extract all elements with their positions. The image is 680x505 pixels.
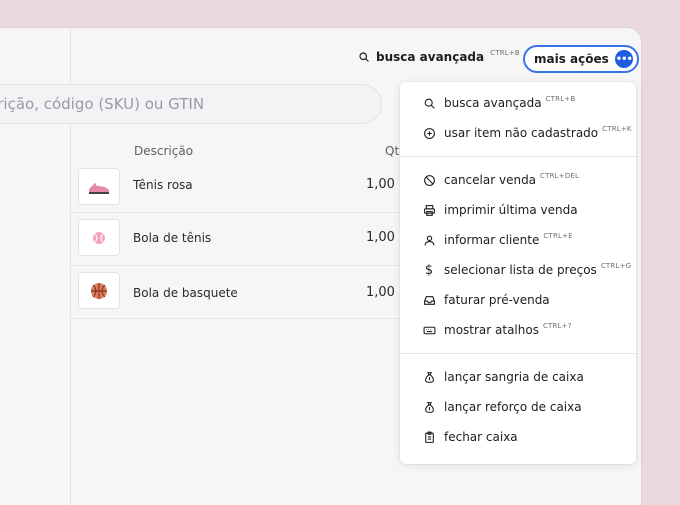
- menu-item-label: imprimir última venda: [444, 203, 578, 217]
- menu-item-cash-reinforcement[interactable]: lançar reforço de caixa: [400, 392, 636, 422]
- menu-item-label: cancelar venda: [444, 173, 537, 187]
- column-header-quantity: Qt: [385, 144, 400, 158]
- item-quantity: 1,00: [366, 230, 395, 245]
- more-actions-label: mais ações: [534, 52, 609, 66]
- menu-item-label: busca avançada: [444, 96, 542, 110]
- menu-item-select-price-list[interactable]: $ selecionar lista de preços CTRL+G: [400, 255, 636, 285]
- menu-item-shortcut: CTRL+?: [542, 322, 572, 330]
- menu-item-label: lançar sangria de caixa: [444, 370, 584, 384]
- inbox-icon: [422, 293, 436, 307]
- menu-item-unregistered-item[interactable]: usar item não cadastrado CTRL+K: [400, 118, 636, 148]
- product-search[interactable]: [0, 84, 382, 124]
- menu-item-cancel-sale[interactable]: cancelar venda CTRL+DEL: [400, 165, 636, 195]
- sneaker-thumbnail: [78, 168, 120, 205]
- menu-item-shortcut: CTRL+B: [545, 95, 576, 103]
- menu-item-label: mostrar atalhos: [444, 323, 539, 337]
- column-header-description: Descrição: [134, 144, 194, 158]
- menu-item-shortcut: CTRL+DEL: [540, 172, 580, 180]
- item-quantity: 1,00: [366, 177, 395, 192]
- keyboard-icon: [422, 323, 436, 337]
- menu-item-label: informar cliente: [444, 233, 540, 247]
- menu-separator: [400, 156, 636, 157]
- tennis-ball-thumbnail: [78, 219, 120, 256]
- item-description: Tênis rosa: [133, 178, 193, 192]
- money-bag-icon: [422, 400, 436, 414]
- menu-item-invoice-presale[interactable]: faturar pré-venda: [400, 285, 636, 315]
- advanced-search-label: busca avançada: [376, 50, 485, 64]
- menu-item-label: selecionar lista de preços: [444, 263, 597, 277]
- advanced-search-shortcut: CTRL+B: [490, 49, 520, 57]
- menu-item-close-register[interactable]: fechar caixa: [400, 422, 636, 452]
- menu-item-show-shortcuts[interactable]: mostrar atalhos CTRL+?: [400, 315, 636, 345]
- ellipsis-icon: •••: [614, 50, 633, 68]
- product-search-input[interactable]: [0, 95, 381, 113]
- item-description: Bola de tênis: [133, 231, 212, 245]
- menu-item-shortcut: CTRL+K: [602, 125, 632, 133]
- user-icon: [422, 233, 436, 247]
- search-icon: [422, 96, 436, 110]
- search-icon: [358, 51, 370, 63]
- more-actions-menu: busca avançada CTRL+B usar item não cada…: [400, 82, 636, 464]
- menu-item-label: lançar reforço de caixa: [444, 400, 582, 414]
- menu-item-inform-customer[interactable]: informar cliente CTRL+E: [400, 225, 636, 255]
- printer-icon: [422, 203, 436, 217]
- item-quantity: 1,00: [366, 285, 395, 300]
- item-description: Bola de basquete: [133, 286, 238, 300]
- menu-item-label: fechar caixa: [444, 430, 518, 444]
- basketball-thumbnail: [78, 272, 120, 309]
- money-bag-icon: [422, 370, 436, 384]
- more-actions-button[interactable]: mais ações •••: [523, 45, 639, 73]
- menu-item-cash-withdrawal[interactable]: lançar sangria de caixa: [400, 362, 636, 392]
- plus-circle-icon: [422, 126, 436, 140]
- menu-item-label: faturar pré-venda: [444, 293, 550, 307]
- menu-item-advanced-search[interactable]: busca avançada CTRL+B: [400, 88, 636, 118]
- ban-icon: [422, 173, 436, 187]
- clipboard-icon: [422, 430, 436, 444]
- menu-item-shortcut: CTRL+G: [600, 262, 632, 270]
- menu-item-shortcut: CTRL+E: [543, 232, 573, 240]
- menu-item-print-last-sale[interactable]: imprimir última venda: [400, 195, 636, 225]
- advanced-search-button[interactable]: busca avançada CTRL+B: [358, 49, 520, 64]
- dollar-icon: $: [424, 262, 434, 278]
- menu-item-label: usar item não cadastrado: [444, 126, 599, 140]
- menu-separator: [400, 353, 636, 354]
